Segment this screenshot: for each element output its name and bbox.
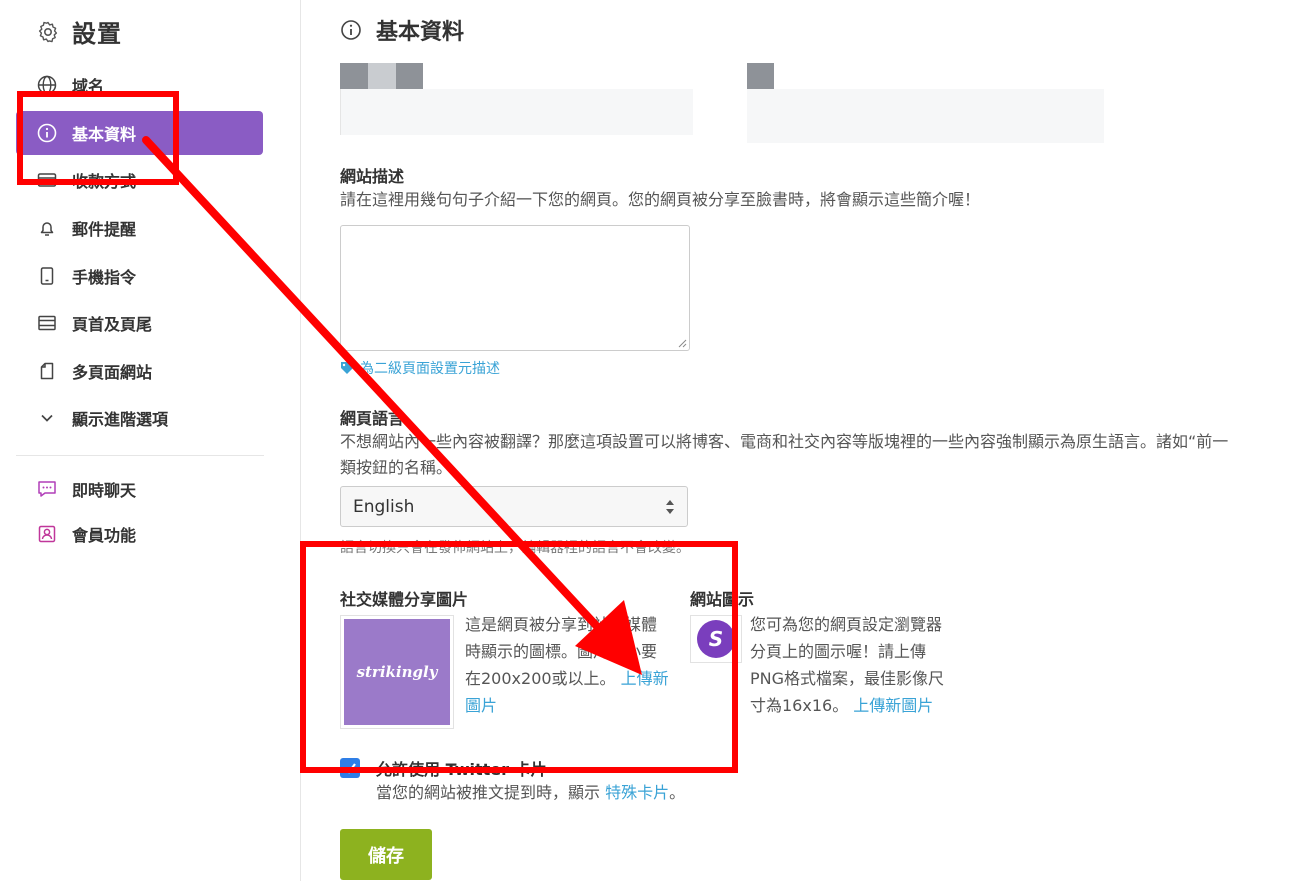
language-note: 語言切換只會在發佈網站上，編輯器裡的語言不會改變。: [340, 540, 690, 556]
save-button[interactable]: 儲存: [340, 829, 432, 880]
sidebar-item-label: 郵件提醒: [72, 220, 137, 239]
settings-title-text: 設置: [72, 20, 122, 48]
pages-icon: [36, 360, 58, 382]
sidebar-item-label: 收款方式: [72, 172, 137, 191]
info-icon: [36, 122, 58, 144]
favicon-help-line2: 分頁上的圖示喔！請上傳: [750, 642, 927, 661]
chat-icon: [36, 478, 58, 500]
main-content: 基本資料 網站描述 請在這裡用幾句句子介紹一下您的網頁。您的網頁被分享至臉書時，…: [340, 0, 1297, 881]
favicon-help-line1: 您可為您的網頁設定瀏覽器: [750, 615, 943, 634]
sidebar-item-mobile-actions[interactable]: 手機指令: [16, 254, 263, 298]
social-image-upload-link[interactable]: 上傳新: [621, 669, 669, 688]
select-arrows-icon: [666, 499, 674, 514]
twitter-card-help-suffix: 。: [669, 783, 686, 802]
meta-description-link[interactable]: 為二級頁面設置元描述: [340, 358, 500, 378]
sidebar-item-label: 顯示進階選項: [72, 410, 169, 429]
social-image-help-line3: 在200x200或以上。: [465, 669, 616, 688]
redacted-field: [747, 89, 1104, 143]
gear-icon: [38, 21, 58, 42]
globe-icon: [36, 74, 58, 96]
redacted-block: [396, 63, 423, 89]
info-icon: [341, 20, 361, 40]
social-image-help-line1: 這是網頁被分享到社交媒體: [465, 615, 658, 634]
redacted-block: [747, 63, 774, 89]
tag-icon: [341, 362, 353, 374]
layout-icon: [36, 312, 58, 334]
language-select-value: English: [353, 496, 415, 517]
social-image-preview: strikingly: [344, 619, 450, 725]
settings-title: 設置: [36, 14, 122, 49]
social-image-thumbnail[interactable]: strikingly: [340, 615, 454, 729]
sidebar-item-label: 基本資料: [72, 125, 137, 144]
resize-handle-icon[interactable]: [677, 338, 687, 348]
favicon-upload-link[interactable]: 上傳新圖片: [853, 696, 933, 715]
favicon-help-line4-row: 寸為16x16。 上傳新圖片: [750, 692, 990, 719]
sidebar-item-live-chat[interactable]: 即時聊天: [16, 467, 263, 511]
sidebar-item-membership[interactable]: 會員功能: [16, 512, 263, 556]
sidebar-item-advanced-options[interactable]: 顯示進階選項: [16, 396, 263, 440]
favicon-help-line3: PNG格式檔案，最佳影像尺: [750, 669, 945, 688]
site-description-textarea[interactable]: [340, 225, 690, 351]
redacted-block: [340, 63, 368, 89]
strikingly-logo: strikingly: [356, 663, 438, 681]
social-image-help-line2: 時顯示的圖標。圖片大小要: [465, 642, 658, 661]
site-description-help: 請在這裡用幾句句子介紹一下您的網頁。您的網頁被分享至臉書時，將會顯示這些簡介喔！: [340, 190, 981, 209]
redacted-field: [340, 89, 693, 135]
language-help-line1: 不想網站內一些內容被翻譯？那麼這項設置可以將博客、電商和社交內容等版塊裡的一些內…: [340, 432, 1229, 451]
sidebar-item-label: 會員功能: [72, 526, 137, 545]
sidebar-item-label: 域名: [72, 77, 105, 96]
page-title-text: 基本資料: [376, 20, 465, 45]
social-image-label: 社交媒體分享圖片: [340, 590, 469, 609]
sidebar-item-label: 手機指令: [72, 268, 137, 287]
check-icon: [344, 763, 356, 774]
sidebar-item-label: 頁首及頁尾: [72, 315, 153, 334]
page-title: 基本資料: [340, 14, 464, 46]
twitter-card-help-prefix: 當您的網站被推文提到時，顯示: [376, 783, 601, 802]
bell-icon: [36, 217, 58, 239]
language-help-line2: 類按鈕的名稱。: [340, 458, 453, 477]
sidebar-item-header-footer[interactable]: 頁首及頁尾: [16, 301, 263, 345]
sidebar-divider: [16, 455, 264, 456]
sidebar-item-domain[interactable]: 域名: [16, 63, 263, 107]
twitter-card-help: 當您的網站被推文提到時，顯示 特殊卡片。: [376, 779, 685, 806]
mobile-icon: [36, 265, 58, 287]
sidebar-item-payment[interactable]: 收款方式: [16, 158, 263, 202]
sidebar-item-email-notifications[interactable]: 郵件提醒: [16, 206, 263, 250]
sidebar-item-basic-info[interactable]: 基本資料: [16, 111, 263, 155]
site-description-label: 網站描述: [340, 167, 405, 186]
twitter-card-label: 允許使用 Twitter 卡片: [376, 760, 547, 779]
sidebar: 設置 域名 基本資料 收款方式 郵件提醒 手機指令 頁首及頁尾 多頁面網站 顯示…: [0, 0, 301, 881]
language-label: 網頁語言: [340, 409, 405, 428]
social-image-help: 這是網頁被分享到社交媒體 時顯示的圖標。圖片大小要 在200x200或以上。 上…: [465, 611, 685, 719]
twitter-card-checkbox[interactable]: [340, 758, 360, 778]
member-icon: [36, 523, 58, 545]
favicon-help-line4: 寸為16x16。: [750, 696, 849, 715]
credit-card-icon: [36, 169, 58, 191]
social-image-help-line3-row: 在200x200或以上。 上傳新: [465, 665, 685, 692]
redacted-block: [368, 63, 396, 89]
sidebar-item-label: 多頁面網站: [72, 363, 153, 382]
language-select[interactable]: English: [340, 486, 688, 527]
favicon-thumbnail[interactable]: S: [690, 615, 742, 663]
favicon-help: 您可為您的網頁設定瀏覽器 分頁上的圖示喔！請上傳 PNG格式檔案，最佳影像尺 寸…: [750, 611, 990, 719]
favicon-preview: S: [697, 620, 735, 658]
chevron-down-icon: [36, 407, 58, 429]
social-image-upload-link-cont[interactable]: 圖片: [465, 692, 685, 719]
favicon-label: 網站圖示: [690, 590, 755, 609]
sidebar-item-label: 即時聊天: [72, 481, 137, 500]
meta-description-link-text[interactable]: 為二級頁面設置元描述: [360, 358, 500, 378]
sidebar-item-multi-page[interactable]: 多頁面網站: [16, 349, 263, 393]
special-card-link[interactable]: 特殊卡片: [605, 783, 669, 802]
